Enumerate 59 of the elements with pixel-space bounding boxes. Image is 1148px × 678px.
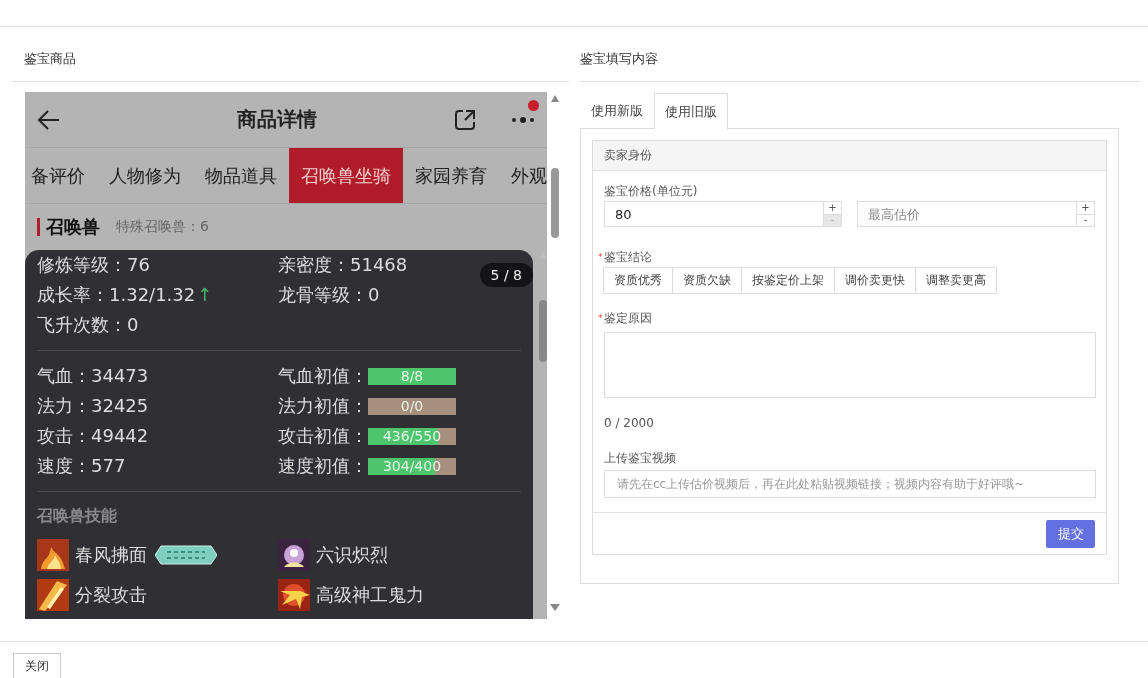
attribute-text: 修炼等级：76 bbox=[37, 253, 150, 277]
category-tab[interactable]: 外观 bbox=[499, 148, 547, 203]
attribute-text: 龙骨等级：0 bbox=[278, 283, 380, 307]
aptitude-label: 速度初值： bbox=[278, 454, 368, 478]
category-tab[interactable]: 召唤兽坐骑 bbox=[289, 148, 403, 203]
field-label: 鉴宝价格(单位元) bbox=[604, 182, 698, 200]
option-button[interactable]: 资质欠缺 bbox=[672, 267, 742, 294]
skill-name: 分裂攻击 bbox=[75, 583, 147, 607]
stat-text: 气血：34473 bbox=[37, 364, 150, 388]
number-field[interactable]: 80 + - bbox=[604, 201, 842, 227]
option-button[interactable]: 按鉴定价上架 bbox=[741, 267, 835, 294]
character-counter: 0 / 2000 bbox=[604, 416, 655, 430]
panel-header: 卖家身份 bbox=[593, 141, 1106, 171]
section-title: 鉴宝商品 bbox=[12, 27, 569, 82]
skill-name: 高级神工鬼力 bbox=[316, 583, 424, 607]
attribute-text: 飞升次数：0 bbox=[37, 313, 139, 337]
option-button[interactable]: 调价卖更快 bbox=[834, 267, 916, 294]
version-tab[interactable]: 使用旧版 bbox=[654, 93, 728, 129]
skill-icon bbox=[37, 579, 69, 611]
aptitude-label: 攻击初值： bbox=[278, 424, 368, 448]
category-tab[interactable]: 物品道具 bbox=[193, 148, 289, 203]
stat-text: 攻击：49442 bbox=[37, 424, 150, 448]
aptitude-bar: 0/0 bbox=[368, 397, 456, 415]
close-button[interactable]: 关闭 bbox=[13, 653, 61, 678]
section-title: 鉴宝填写内容 bbox=[580, 27, 1140, 82]
required-mark: * bbox=[598, 313, 604, 323]
skill-icon bbox=[278, 579, 310, 611]
skill-name: 春风拂面 bbox=[75, 543, 147, 567]
section-subtitle: 特殊召唤兽：6 bbox=[116, 218, 209, 236]
attribute-text: 亲密度：51468 bbox=[278, 253, 408, 277]
page-title: 商品详情 bbox=[236, 106, 318, 133]
category-tab[interactable]: 人物修为 bbox=[97, 148, 193, 203]
field-label: 上传鉴宝视频 bbox=[604, 449, 676, 467]
version-tab[interactable]: 使用新版 bbox=[580, 93, 654, 128]
number-field[interactable]: 最高估价 + - bbox=[857, 201, 1095, 227]
attribute-text: 成长率：1.32/1.32↑ bbox=[37, 283, 213, 307]
skill-icon bbox=[278, 539, 310, 571]
aptitude-bar: 8/8 bbox=[368, 367, 456, 385]
required-mark: * bbox=[598, 252, 604, 262]
page-counter: 5 / 8 bbox=[479, 263, 533, 287]
aptitude-label: 气血初值： bbox=[278, 364, 368, 388]
skill-icon bbox=[37, 539, 69, 571]
stat-text: 法力：32425 bbox=[37, 394, 150, 418]
category-tab[interactable]: 备评价 bbox=[25, 148, 97, 203]
skills-heading: 召唤兽技能 bbox=[37, 505, 118, 527]
stat-text: 速度：577 bbox=[37, 454, 127, 478]
share-icon[interactable] bbox=[453, 107, 477, 132]
video-link-field[interactable]: 请先在cc上传估价视频后，再在此处粘贴视频链接；视频内容有助于好评哦~ bbox=[604, 470, 1096, 498]
option-button[interactable]: 资质优秀 bbox=[603, 267, 673, 294]
category-tab[interactable]: 家园养育 bbox=[403, 148, 499, 203]
submit-button[interactable]: 提交 bbox=[1046, 519, 1095, 548]
section-heading: 召唤兽 bbox=[46, 215, 100, 239]
field-label: 鉴定原因 bbox=[604, 309, 652, 327]
option-button[interactable]: 调整卖更高 bbox=[915, 267, 997, 294]
reason-field[interactable] bbox=[604, 332, 1096, 398]
field-label: 鉴宝结论 bbox=[604, 248, 652, 266]
back-icon[interactable] bbox=[37, 107, 61, 132]
aptitude-label: 法力初值： bbox=[278, 394, 368, 418]
skill-name: 六识炽烈 bbox=[316, 543, 388, 567]
